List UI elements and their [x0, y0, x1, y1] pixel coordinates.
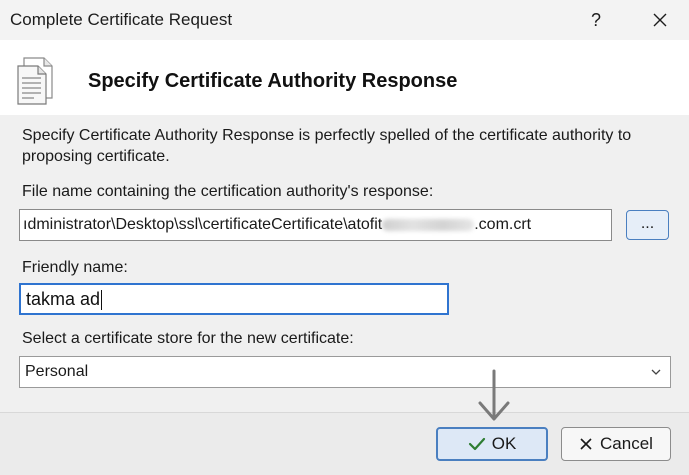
file-name-input[interactable]: ıdministrator\Desktop\ssl\certificateCer…: [19, 209, 612, 241]
ok-button-label: OK: [491, 434, 517, 453]
ok-button[interactable]: OK: [436, 427, 548, 461]
certificate-store-label: Select a certificate store for the new c…: [22, 330, 354, 347]
redacted-text: [382, 218, 475, 231]
help-button[interactable]: ?: [580, 4, 612, 36]
certificate-store-select[interactable]: Personal: [19, 356, 671, 388]
file-path-prefix: ıdministrator\Desktop\ssl\certificateCer…: [23, 216, 383, 233]
file-name-label: File name containing the certification a…: [22, 183, 434, 200]
text-caret: [101, 290, 103, 311]
friendly-name-input[interactable]: takma ad: [19, 283, 449, 315]
cancel-button[interactable]: Cancel: [561, 427, 671, 461]
title-bar: Complete Certificate Request ?: [0, 0, 689, 40]
window-title: Complete Certificate Request: [10, 10, 233, 29]
cancel-button-label: Cancel: [600, 434, 653, 453]
window-close-button[interactable]: [642, 4, 678, 36]
friendly-name-value: takma ad: [26, 289, 101, 309]
chevron-down-icon: [651, 369, 661, 375]
wizard-header: Specify Certificate Authority Response: [0, 40, 689, 115]
checkmark-icon: [468, 437, 485, 451]
down-arrow-icon: [478, 369, 510, 421]
close-icon: [580, 438, 592, 450]
page-title: Specify Certificate Authority Response: [88, 70, 458, 92]
certificate-document-icon: [17, 57, 53, 105]
file-path-suffix: .com.crt: [474, 216, 532, 233]
close-icon: [653, 13, 667, 27]
certificate-store-value: Personal: [25, 363, 89, 380]
description-text: Specify Certificate Authority Response i…: [22, 127, 632, 165]
friendly-name-label: Friendly name:: [22, 259, 128, 276]
browse-button[interactable]: ...: [626, 210, 669, 240]
